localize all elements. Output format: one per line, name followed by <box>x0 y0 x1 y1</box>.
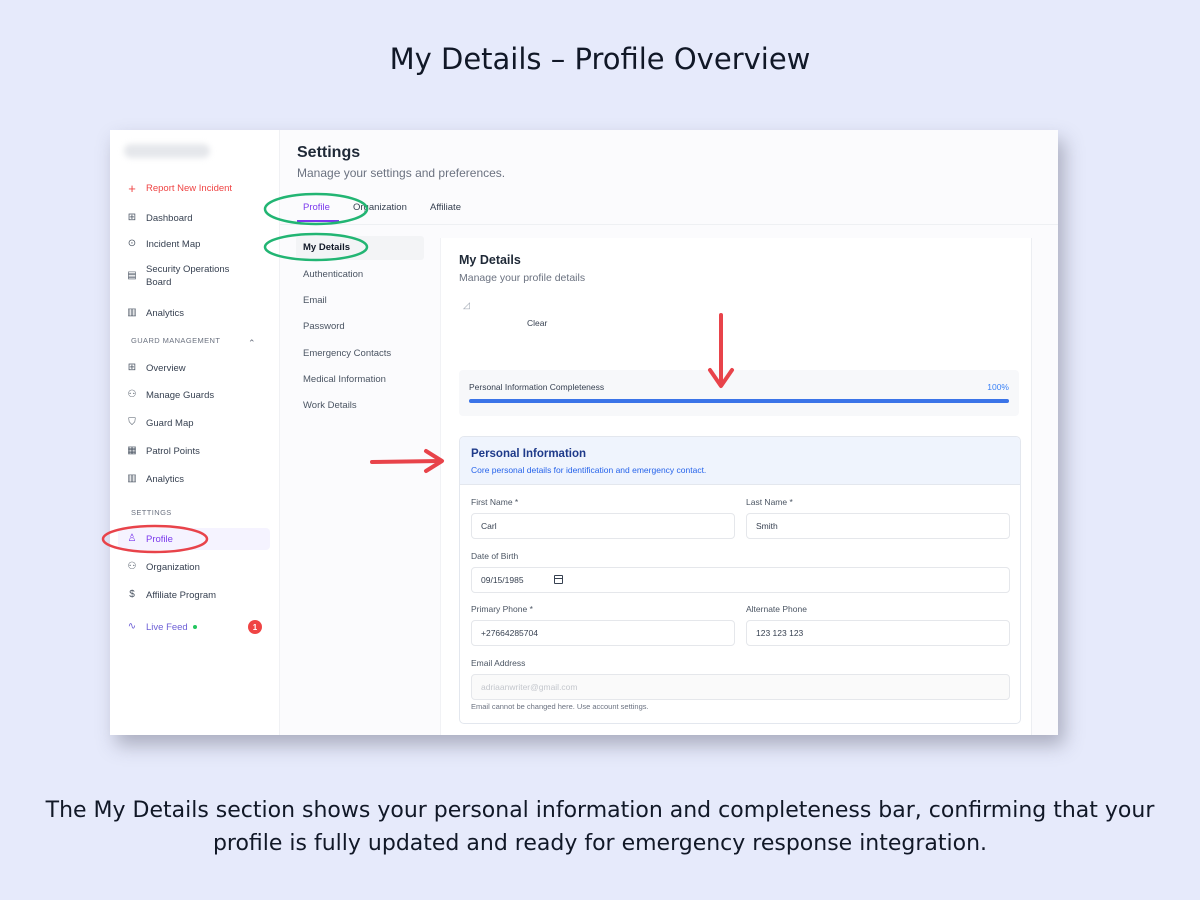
grid-icon: ⊞ <box>127 362 137 373</box>
personal-information-subtitle: Core personal details for identification… <box>471 465 707 475</box>
sidebar-item-label: Guard Map <box>146 417 194 429</box>
caption: The My Details section shows your person… <box>45 798 1155 856</box>
clear-button[interactable]: Clear <box>527 318 547 328</box>
my-details-subtitle: Manage your profile details <box>459 272 586 284</box>
sidebar-item-guard-analytics[interactable]: ▥ Analytics <box>118 468 270 490</box>
settings-subtitle: Manage your settings and preferences. <box>297 166 506 180</box>
my-details-panel: My Details Manage your profile details ◿… <box>440 238 1032 735</box>
activity-icon: ∿ <box>127 621 137 632</box>
subnav-emergency-contacts[interactable]: Emergency Contacts <box>303 348 391 359</box>
guard-management-section: GUARD MANAGEMENT <box>131 336 221 345</box>
email-help-text: Email cannot be changed here. Use accoun… <box>471 702 649 711</box>
sidebar-item-security-operations-board[interactable]: ▤ Security Operations Board <box>118 261 258 291</box>
bar-chart-icon: ▥ <box>127 473 137 484</box>
sidebar-item-label: Affiliate Program <box>146 589 217 601</box>
sidebar-item-incident-map[interactable]: ⊙ Incident Map <box>118 233 270 255</box>
settings-section: SETTINGS <box>131 508 172 517</box>
my-details-title: My Details <box>459 253 521 267</box>
personal-information-title: Personal Information <box>471 448 587 460</box>
subnav-medical-information[interactable]: Medical Information <box>303 374 386 385</box>
active-tab-indicator <box>297 220 339 222</box>
primary-phone-label: Primary Phone * <box>471 604 533 614</box>
building-icon: ▤ <box>127 270 137 281</box>
completeness-card: Personal Information Completeness 100% <box>459 370 1019 416</box>
sidebar-item-dashboard[interactable]: ⊞ Dashboard <box>118 207 270 229</box>
sidebar-item-label: Analytics <box>146 473 185 485</box>
sidebar-item-label: Security Operations Board <box>146 264 230 288</box>
sidebar-item-label: Organization <box>146 561 200 573</box>
sidebar-item-profile[interactable]: ♙ Profile <box>118 528 270 550</box>
primary-phone-field[interactable]: +27664285704 <box>471 620 735 646</box>
dollar-icon: $ <box>129 589 135 600</box>
dob-value: 09/15/1985 <box>481 575 524 585</box>
personal-information-card: Personal Information Core personal detai… <box>459 436 1021 724</box>
sidebar-item-guard-map[interactable]: ⛉ Guard Map <box>118 412 270 434</box>
completeness-bar <box>469 399 1009 403</box>
live-status-dot <box>192 625 197 629</box>
logo <box>124 144 210 158</box>
first-name-field[interactable]: Carl <box>471 513 735 539</box>
email-field: adriaanwriter@gmail.com <box>471 674 1010 700</box>
users-icon: ⚇ <box>127 561 137 572</box>
sidebar-item-label: Live Feed <box>146 621 188 633</box>
tab-affiliate[interactable]: Affiliate <box>430 202 461 213</box>
main-panel: Settings Manage your settings and prefer… <box>280 130 1058 735</box>
shield-icon: ⛉ <box>128 417 136 428</box>
calendar-icon[interactable] <box>554 575 563 584</box>
sidebar-item-label: Dashboard <box>146 212 193 224</box>
subnav-my-details[interactable]: My Details <box>303 242 350 253</box>
report-incident-button[interactable]: + Report New Incident <box>118 177 270 199</box>
page-heading: My Details – Profile Overview <box>389 42 811 76</box>
dob-label: Date of Birth <box>471 551 519 561</box>
grid-icon: ⊞ <box>127 212 137 223</box>
sidebar-item-label: Incident Map <box>146 238 201 250</box>
subnav-password[interactable]: Password <box>303 321 345 332</box>
personal-information-header: Personal Information Core personal detai… <box>460 437 1020 485</box>
notification-badge: 1 <box>248 620 262 634</box>
subnav-email[interactable]: Email <box>303 295 327 306</box>
plus-icon: + <box>128 180 136 196</box>
sidebar-item-patrol-points[interactable]: ▦ Patrol Points <box>118 440 270 462</box>
alternate-phone-label: Alternate Phone <box>746 604 807 614</box>
sidebar-item-analytics[interactable]: ▥ Analytics <box>118 302 270 324</box>
completeness-track <box>469 399 1009 403</box>
tabs-divider <box>280 224 1058 225</box>
alternate-phone-field[interactable]: 123 123 123 <box>746 620 1010 646</box>
qr-code-icon: ▦ <box>127 445 137 456</box>
sidebar-item-label: Patrol Points <box>146 445 200 457</box>
sidebar-item-overview[interactable]: ⊞ Overview <box>118 357 270 379</box>
users-icon: ⚇ <box>127 389 137 400</box>
user-icon: ♙ <box>127 533 137 544</box>
last-name-field[interactable]: Smith <box>746 513 1010 539</box>
map-pin-icon: ⊙ <box>127 238 137 249</box>
tab-profile[interactable]: Profile <box>303 202 330 213</box>
settings-title: Settings <box>297 144 361 161</box>
subnav-authentication[interactable]: Authentication <box>303 269 363 280</box>
report-incident-label: Report New Incident <box>146 182 233 194</box>
sidebar-item-organization[interactable]: ⚇ Organization <box>118 556 270 578</box>
app-screenshot: + Report New Incident ⊞ Dashboard ⊙ Inci… <box>110 130 1058 735</box>
subnav-work-details[interactable]: Work Details <box>303 400 357 411</box>
sidebar-item-affiliate-program[interactable]: $ Affiliate Program <box>118 584 270 606</box>
sidebar-item-label: Overview <box>146 362 186 374</box>
bar-chart-icon: ▥ <box>127 307 137 318</box>
sidebar-item-manage-guards[interactable]: ⚇ Manage Guards <box>118 384 270 406</box>
completeness-percent: 100% <box>987 382 1009 392</box>
first-name-label: First Name * <box>471 497 519 507</box>
tab-organization[interactable]: Organization <box>353 202 407 213</box>
completeness-label: Personal Information Completeness <box>469 382 605 392</box>
last-name-label: Last Name * <box>746 497 793 507</box>
sidebar-item-label: Profile <box>146 533 173 545</box>
dob-field[interactable]: 09/15/1985 <box>471 567 1010 593</box>
email-label: Email Address <box>471 658 526 668</box>
chevron-up-icon[interactable]: ⌃ <box>248 338 256 349</box>
sidebar-item-label: Analytics <box>146 307 185 319</box>
sidebar-item-label: Manage Guards <box>146 389 215 401</box>
broken-image-icon: ◿ <box>463 300 470 310</box>
sidebar: + Report New Incident ⊞ Dashboard ⊙ Inci… <box>110 130 280 735</box>
